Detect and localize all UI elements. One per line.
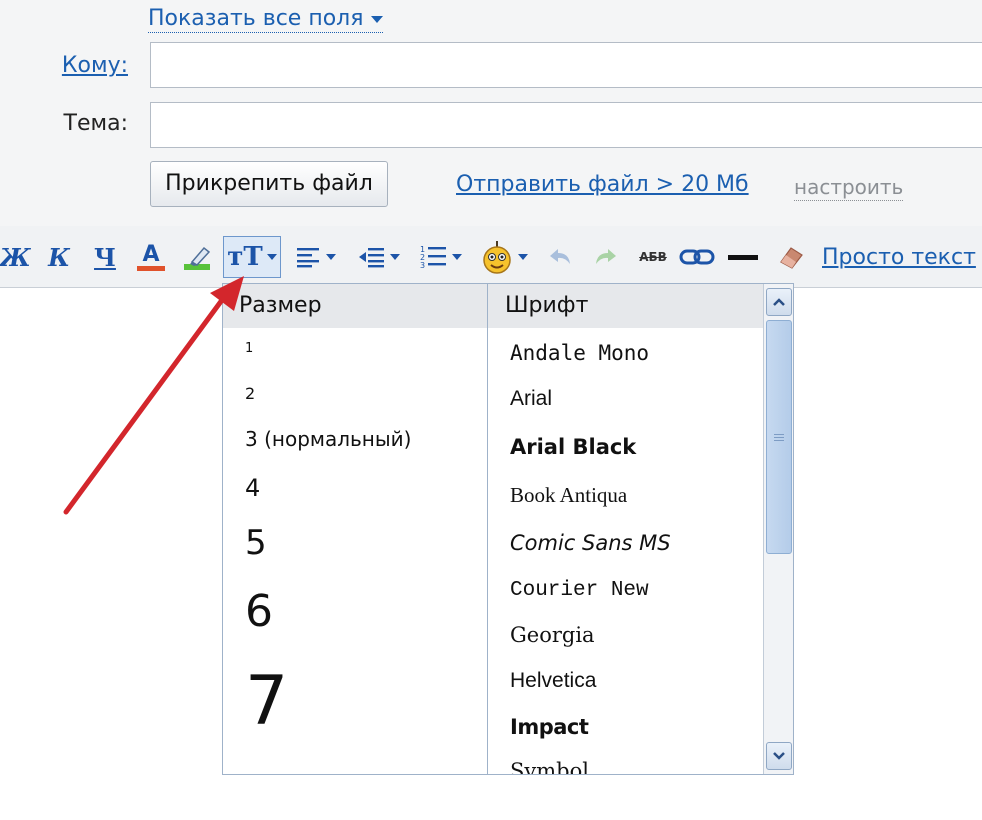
link-icon xyxy=(679,249,715,265)
size-option-7[interactable]: 7 xyxy=(245,668,288,736)
bold-label: Ж xyxy=(0,242,31,272)
size-column-header: Размер xyxy=(239,293,322,318)
attach-file-button[interactable]: Прикрепить файл xyxy=(150,161,388,207)
show-all-fields-link[interactable]: Показать все поля xyxy=(148,6,384,33)
size-option-5[interactable]: 5 xyxy=(245,526,267,560)
chevron-down-icon xyxy=(371,15,384,23)
font-option-andale-mono[interactable]: Andale Mono xyxy=(510,340,649,366)
bold-button[interactable]: Ж xyxy=(0,226,31,288)
redo-button[interactable] xyxy=(590,226,622,288)
undo-button[interactable] xyxy=(544,226,576,288)
horizontal-rule-button[interactable] xyxy=(726,226,760,288)
size-option-3[interactable]: 3 (нормальный) xyxy=(245,429,411,449)
italic-button[interactable]: К xyxy=(44,226,74,288)
chevron-up-icon xyxy=(773,298,785,306)
grip-icon xyxy=(774,433,784,441)
clear-format-button[interactable] xyxy=(772,226,808,288)
align-button[interactable] xyxy=(290,226,342,288)
size-option-4[interactable]: 4 xyxy=(245,476,260,500)
list-button[interactable]: 1 2 3 xyxy=(414,226,468,288)
subject-label: Тема: xyxy=(63,111,128,136)
chevron-down-icon xyxy=(452,254,462,260)
chevron-down-icon xyxy=(518,254,528,260)
highlighter-icon xyxy=(184,246,211,270)
size-option-2[interactable]: 2 xyxy=(245,386,255,402)
text-color-button[interactable]: А xyxy=(134,226,168,288)
align-left-icon xyxy=(297,248,319,268)
font-option-helvetica[interactable]: Helvetica xyxy=(510,668,596,694)
dropdown-scrollbar[interactable] xyxy=(763,284,793,774)
column-divider xyxy=(487,284,488,774)
setup-link[interactable]: настроить xyxy=(794,174,904,201)
undo-icon xyxy=(550,249,570,264)
font-column-header: Шрифт xyxy=(505,293,589,318)
underline-button[interactable]: Ч xyxy=(90,226,120,288)
size-option-1[interactable]: 1 xyxy=(245,342,253,355)
scroll-down-button[interactable] xyxy=(766,742,792,770)
dropdown-header: Размер Шрифт xyxy=(223,284,763,328)
font-option-symbol[interactable]: Symbol xyxy=(510,758,589,774)
indent-icon xyxy=(359,248,384,268)
subject-field[interactable] xyxy=(150,102,982,148)
compose-header: Показать все поля Кому: Тема: Прикрепить… xyxy=(0,0,982,226)
font-option-comic-sans[interactable]: Comic Sans MS xyxy=(510,530,671,556)
chevron-down-icon xyxy=(773,752,785,760)
font-option-book-antiqua[interactable]: Book Antiqua xyxy=(510,482,627,508)
font-dropdown: Размер Шрифт 1 2 3 (нормальный) 4 5 6 7 … xyxy=(222,283,794,775)
send-large-file-link[interactable]: Отправить файл > 20 Мб xyxy=(456,171,749,199)
plain-text-link[interactable]: Просто текст xyxy=(822,244,976,272)
font-size-icon: тТ xyxy=(227,242,263,272)
font-option-arial[interactable]: Arial xyxy=(510,386,552,412)
svg-text:3: 3 xyxy=(420,261,425,270)
smiley-button[interactable] xyxy=(476,226,532,288)
indent-button[interactable] xyxy=(352,226,406,288)
text-color-swatch xyxy=(137,265,165,271)
chevron-down-icon xyxy=(266,254,277,260)
highlight-button[interactable] xyxy=(180,226,216,288)
font-option-courier-new[interactable]: Courier New xyxy=(510,578,649,604)
to-label[interactable]: Кому: xyxy=(48,52,128,80)
numbered-list-icon: 1 2 3 xyxy=(420,245,446,270)
scroll-thumb[interactable] xyxy=(766,320,792,554)
scroll-up-button[interactable] xyxy=(766,288,792,316)
text-color-label: А xyxy=(142,241,160,267)
italic-label: К xyxy=(48,242,70,272)
font-option-georgia[interactable]: Georgia xyxy=(510,622,595,648)
link-button[interactable] xyxy=(678,226,716,288)
chevron-down-icon xyxy=(390,254,400,260)
size-option-6[interactable]: 6 xyxy=(245,590,273,634)
chevron-down-icon xyxy=(326,254,336,260)
smiley-icon xyxy=(483,241,511,274)
eraser-icon xyxy=(780,247,803,269)
show-fields-label: Показать все поля xyxy=(148,6,364,31)
font-option-arial-black[interactable]: Arial Black xyxy=(510,434,636,460)
to-field[interactable] xyxy=(150,42,982,88)
strike-label: АБВ xyxy=(639,250,667,264)
strikethrough-button[interactable]: АБВ xyxy=(632,226,674,288)
redo-icon xyxy=(596,249,616,264)
font-size-button[interactable]: тТ xyxy=(223,236,281,278)
font-option-impact[interactable]: Impact xyxy=(510,714,589,740)
underline-label: Ч xyxy=(94,242,116,272)
horizontal-rule-icon xyxy=(728,254,758,260)
